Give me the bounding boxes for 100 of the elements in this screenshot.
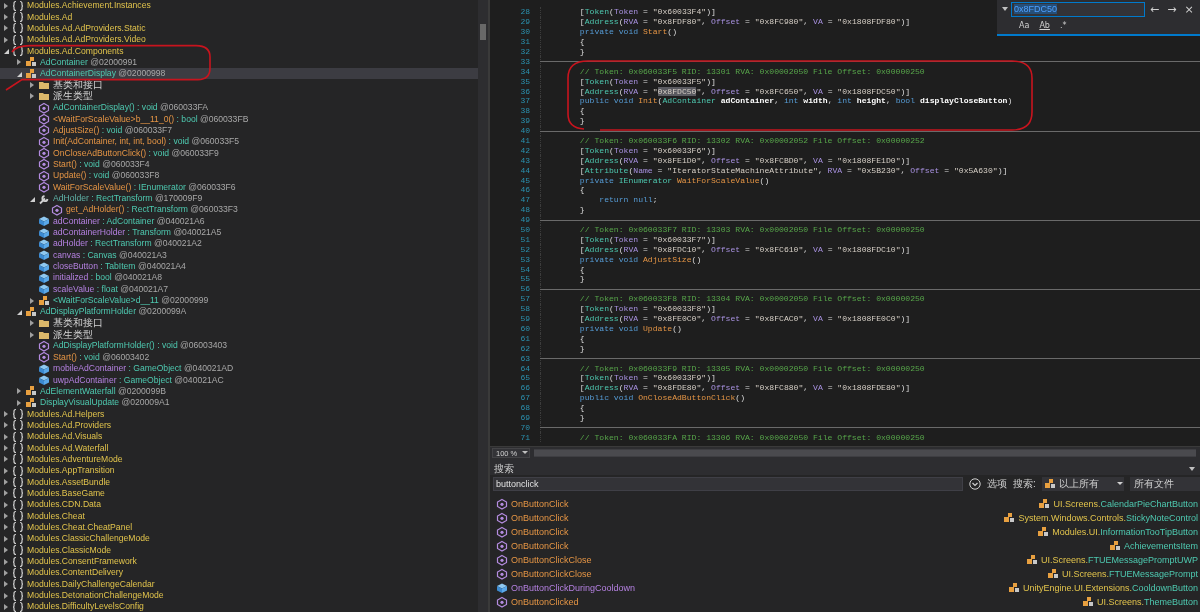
tree-item[interactable]: Modules.BaseGame [0,487,478,500]
node-label: Modules.ClassicMode [27,544,112,556]
tree-item[interactable]: initialized : bool @040021A8 [0,272,478,284]
tree-item[interactable]: Modules.Ad.AdProviders.Video [0,34,478,46]
field-icon [38,271,50,284]
find-button[interactable]: × [1181,2,1197,16]
tree-item[interactable]: adContainer : AdContainer @040021A6 [0,215,478,227]
line-number: 59 [519,314,530,324]
find-option-toggle[interactable]: Aa [1017,20,1032,30]
find-option-toggle[interactable]: .* [1057,20,1069,30]
result-item[interactable]: OnButtonClick Modules.UI.InformationTooTipButton [490,525,1200,539]
file-filter-dropdown[interactable]: 所有文件 [1129,477,1200,491]
options-button[interactable]: 选项 [969,477,1007,491]
tree-item[interactable]: AdDisplayPlatformHolder @0200099A [0,306,478,318]
result-item[interactable]: OnButtonClick System.Windows.Controls.StickyNoteControl [490,511,1200,525]
tree-item[interactable]: scaleValue : float @040021A7 [0,283,478,295]
find-button[interactable]: ← [1147,2,1163,16]
tree-item[interactable]: get_AdHolder() : RectTransform @060033F3 [0,204,478,216]
tree-item[interactable]: <WaitForScaleValue>d__11 @02000999 [0,294,478,307]
tree-item[interactable]: Modules.Achievement.Instances [0,0,478,12]
tree-item[interactable]: Modules.Cheat [0,510,478,522]
result-item[interactable]: OnButtonClicked UI.Screens.ThemeButton [490,595,1200,609]
tree-item[interactable]: AdjustSize() : void @060033F7 [0,124,478,137]
tree-item[interactable]: Update() : void @060033F8 [0,170,478,182]
braces-icon [12,464,24,477]
tree-item[interactable]: mobileAdContainer : GameObject @040021AD [0,363,478,375]
tree-item[interactable]: Modules.DetonationChallengeMode [0,589,478,602]
result-name: OnButtonClick [511,513,569,523]
tree-item[interactable]: WaitForScaleValue() : IEnumerator @060033F6 [0,181,478,193]
tree-item[interactable]: DisplayVisualUpdate @020009A1 [0,397,478,409]
tree-item[interactable]: Modules.CDN.Data [0,499,478,511]
tree-item[interactable]: Modules.ContentDelivery [0,567,478,579]
method-icon [38,351,50,364]
scrollbar[interactable] [534,449,1196,457]
code-line: { [578,403,585,413]
node-label: Modules.DetonationChallengeMode [27,590,164,602]
class-icon [1038,498,1051,510]
class-icon [25,305,37,318]
code-line: // Token: 0x060033F5 RID: 13301 RVA: 0x00002050 File Offset: 0x00000250 [578,66,925,76]
tree-item[interactable]: Modules.AdventureMode [0,453,478,466]
tree-item[interactable]: Modules.Ad.Providers [0,419,478,432]
tree-item[interactable]: Modules.Ad.AdProviders.Static [0,22,478,35]
tree-item[interactable]: 派生类型 [0,90,478,103]
tree-item[interactable]: Modules.Ad.Components [0,45,478,57]
code-line: [Address(RVA = "0x8FDC10", Offset = "0x8FC610", VA = "0x1808FDC10")] [578,244,911,254]
tree-item[interactable]: AdContainerDisplay() : void @060033FA [0,102,478,114]
tree-item[interactable]: AdContainer @02000991 [0,56,478,69]
tree-item[interactable]: <WaitForScaleValue>b__11_0() : bool @060033FB [0,113,478,125]
tree-item[interactable]: adContainerHolder : Transform @040021A5 [0,226,478,239]
tree-item[interactable]: AdElementWaterfall @0200099B [0,385,478,398]
tree-item[interactable]: OnCloseAdButtonClick() : void @060033F9 [0,147,478,159]
line-number: 61 [519,333,530,343]
tree-item[interactable]: Modules.Ad.Visuals [0,431,478,443]
line-number: 66 [519,383,530,393]
tree-item[interactable]: Modules.AssetBundle [0,476,478,488]
find-option-toggle[interactable]: Ab [1037,20,1052,30]
tree-item[interactable]: Modules.Ad.Waterfall [0,442,478,454]
line-number: 28 [519,7,530,17]
line-number: 49 [519,215,530,225]
code-line: return null; [598,195,658,205]
node-label: get_AdHolder() : RectTransform @060033F3 [66,204,238,216]
result-item[interactable]: OnButtonClick UI.Screens.CalendarPieChartButton [490,497,1200,511]
tree-item[interactable]: Modules.DifficultyLevelsConfig [0,601,478,612]
result-item[interactable]: OnButtonClickClose UI.Screens.FTUEMessagePrompt [490,567,1200,581]
class-icon [25,56,37,69]
code-line: } [578,116,585,126]
tree-item[interactable]: AdDisplayPlatformHolder() : void @06003403 [0,340,478,352]
tree-item[interactable]: Modules.ClassicChallengeMode [0,533,478,545]
line-number: 36 [519,86,530,96]
line-number: 53 [519,254,530,264]
tree-item[interactable]: closeButton : TabItem @040021A4 [0,260,478,273]
tree-item[interactable]: adHolder : RectTransform @040021A2 [0,238,478,250]
tree-item[interactable]: Modules.Cheat.CheatPanel [0,521,478,534]
scrollbar[interactable] [478,0,488,612]
result-item[interactable]: OnButtonClick AchievementsItem [490,539,1200,553]
tree-item[interactable]: 派生类型 [0,328,478,341]
tree-item[interactable]: 基类和接口 [0,317,478,329]
tree-item[interactable]: Start() : void @060033F4 [0,158,478,171]
tree-item[interactable]: uwpAdContainer : GameObject @040021AC [0,374,478,386]
line-number: 31 [519,37,530,47]
tree-item[interactable]: 基类和接口 [0,79,478,91]
tree-item[interactable]: Init(AdContainer, int, int, bool) : void @060033F5 [0,136,478,148]
tree-item[interactable]: Modules.Ad [0,11,478,23]
tree-item[interactable]: AdHolder : RectTransform @170009F9 [0,192,478,205]
tree-item[interactable]: Modules.Ad.Helpers [0,408,478,420]
tree-item[interactable]: Modules.AppTransition [0,465,478,477]
tree-item[interactable]: Modules.ClassicMode [0,544,478,556]
node-label: Modules.Ad.AdProviders.Video [27,34,146,46]
tree-item[interactable]: Start() : void @06003402 [0,351,478,363]
tree-item[interactable]: Modules.ConsentFramework [0,555,478,568]
scope-dropdown[interactable]: 以上所有 [1041,477,1124,491]
find-button[interactable]: → [1164,2,1180,16]
result-item[interactable]: OnButtonClickDuringCooldown UnityEngine.UI.Extensions.CooldownButton [490,581,1200,595]
result-item[interactable]: OnButtonClickClose UI.Screens.FTUEMessagePromptUWP [490,553,1200,567]
field-icon [38,362,50,375]
tree-item[interactable]: canvas : Canvas @040021A3 [0,249,478,261]
search-field[interactable]: buttonclick [493,477,963,491]
tree-item[interactable]: Modules.DailyChallengeCalendar [0,578,478,590]
line-number: 52 [519,244,530,254]
tree-item[interactable]: AdContainerDisplay @02000998 [0,68,478,80]
